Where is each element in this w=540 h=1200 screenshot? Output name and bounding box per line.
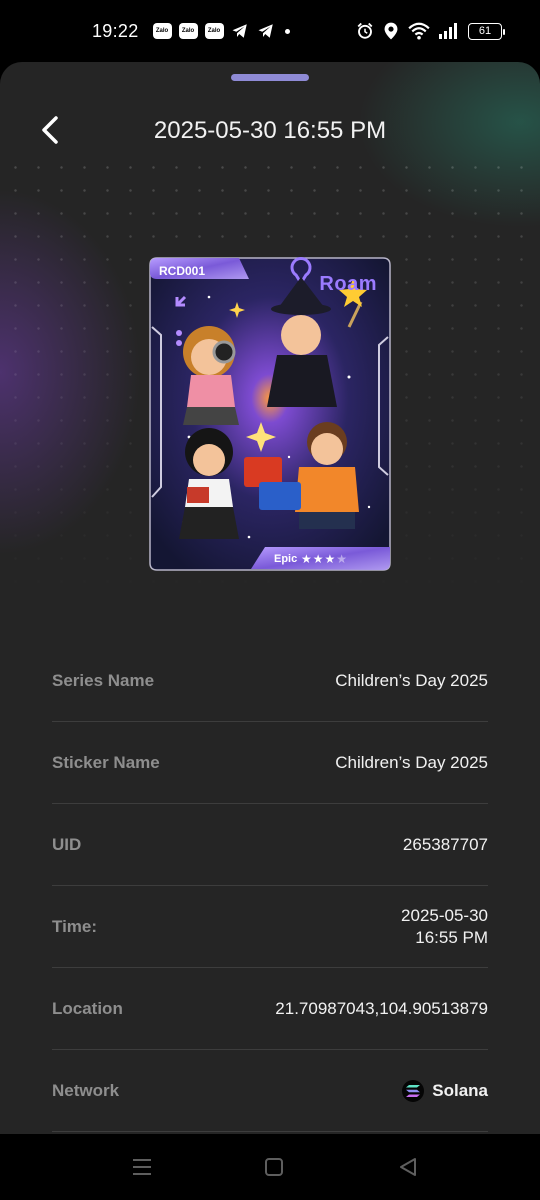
back-triangle-icon[interactable]	[396, 1156, 420, 1178]
telegram-icon	[232, 24, 247, 38]
status-time: 19:22	[92, 20, 139, 41]
detail-label: Sticker Name	[52, 752, 160, 772]
detail-value: Children’s Day 2025	[335, 752, 488, 772]
system-navigation-bar	[0, 1134, 540, 1200]
detail-label: Location	[52, 998, 123, 1018]
detail-row-location: Location 21.70987043,104.90513879	[52, 968, 488, 1050]
menu-icon[interactable]	[130, 1156, 154, 1178]
signal-icon	[439, 23, 457, 39]
rarity-stars: ★★★★	[301, 552, 348, 566]
telegram-icon	[258, 24, 273, 38]
detail-value-date: 2025-05-30	[401, 905, 488, 925]
notification-dot-icon	[284, 28, 290, 34]
detail-row-network: Network Solana	[52, 1050, 488, 1132]
status-bar: 19:22 Zalo Zalo Zalo 61	[0, 0, 540, 62]
detail-label: Time:	[52, 916, 98, 936]
detail-label: Series Name	[52, 670, 155, 690]
detail-value: Solana	[402, 1079, 488, 1102]
detail-value: 21.70987043,104.90513879	[275, 998, 488, 1018]
zalo-icon: Zalo	[152, 23, 172, 39]
location-icon	[384, 22, 398, 40]
detail-row-sticker-name: Sticker Name Children’s Day 2025	[52, 722, 488, 804]
network-name: Solana	[432, 1080, 488, 1100]
star-icon: ★	[312, 552, 325, 566]
sticker-card[interactable]: RCD001 Roam Epic ★★★★	[149, 257, 391, 571]
detail-row-time: Time: 2025-05-30 16:55 PM	[52, 886, 488, 968]
battery-level: 61	[478, 25, 492, 37]
page-title: 2025-05-30 16:55 PM	[153, 117, 387, 144]
zalo-icon: Zalo	[178, 23, 198, 39]
detail-row-uid: UID 265387707	[52, 804, 488, 886]
sticker-card-artwork	[149, 257, 391, 571]
alarm-icon	[357, 22, 373, 39]
wifi-icon	[408, 22, 430, 40]
card-brand-logo: Roam	[319, 273, 377, 295]
star-icon: ★	[324, 552, 337, 566]
star-icon: ★	[336, 552, 349, 566]
sheet-drag-handle[interactable]	[231, 74, 309, 81]
sticker-details-list: Series Name Children’s Day 2025 Sticker …	[52, 640, 488, 1132]
battery-icon: 61	[468, 22, 505, 40]
detail-value: Children’s Day 2025	[335, 670, 488, 690]
detail-value: 265387707	[402, 834, 488, 854]
detail-value: 2025-05-30 16:55 PM	[401, 905, 488, 949]
card-code: RCD001	[159, 264, 206, 278]
card-rarity: Epic	[274, 553, 298, 565]
detail-row-series-name: Series Name Children’s Day 2025	[52, 640, 488, 722]
detail-label: Network	[52, 1080, 120, 1100]
star-icon: ★	[301, 552, 313, 566]
home-square-icon[interactable]	[262, 1156, 286, 1178]
zalo-icon: Zalo	[204, 23, 224, 39]
sticker-detail-sheet: 2025-05-30 16:55 PM RCD001 Roam Epic ★★★…	[0, 62, 540, 1134]
detail-value-time: 16:55 PM	[415, 927, 488, 947]
detail-label: UID	[52, 834, 82, 854]
solana-icon	[402, 1079, 425, 1102]
